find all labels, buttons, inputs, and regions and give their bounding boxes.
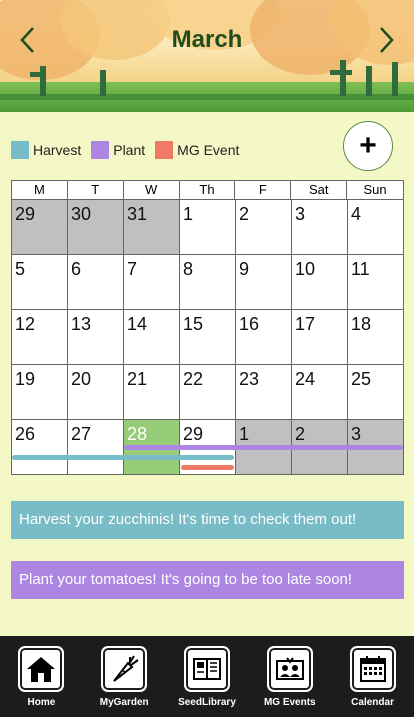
legend-mg-event: MG Event: [155, 141, 239, 159]
bottom-tab-bar: Home MyGarden SeedLibrary MG Events Cale…: [0, 636, 414, 717]
day-cell[interactable]: 6: [68, 255, 124, 310]
day-cell[interactable]: 8: [180, 255, 236, 310]
mg-event-bar[interactable]: [181, 465, 234, 470]
people-icon: [275, 657, 304, 680]
plant-reminder-banner[interactable]: Plant your tomatoes! It's going to be to…: [11, 561, 404, 599]
day-cell[interactable]: 2: [236, 200, 292, 255]
plant-event-bar[interactable]: [124, 445, 403, 450]
day-cell[interactable]: 14: [124, 310, 180, 365]
day-cell[interactable]: 9: [236, 255, 292, 310]
day-cell[interactable]: 23: [236, 365, 292, 420]
day-cell[interactable]: 10: [292, 255, 348, 310]
legend: Harvest Plant MG Event: [11, 141, 249, 159]
day-cell[interactable]: 22: [180, 365, 236, 420]
calendar-icon: [359, 656, 386, 682]
day-cell[interactable]: 5: [12, 255, 68, 310]
legend-harvest: Harvest: [11, 141, 81, 159]
weekday-label: T: [68, 181, 124, 199]
day-cell[interactable]: 19: [12, 365, 68, 420]
day-cell[interactable]: 11: [348, 255, 404, 310]
weekday-header: M T W Th F Sat Sun: [11, 180, 404, 199]
tab-calendar[interactable]: Calendar: [338, 636, 408, 717]
weekday-label: F: [235, 181, 292, 199]
day-cell[interactable]: 29: [12, 200, 68, 255]
tab-home[interactable]: Home: [6, 636, 76, 717]
harvest-reminder-banner[interactable]: Harvest your zucchinis! It's time to che…: [11, 501, 404, 539]
weekday-label: Sat: [291, 181, 348, 199]
tab-mg-events[interactable]: MG Events: [255, 636, 325, 717]
day-cell[interactable]: 31: [124, 200, 180, 255]
day-cell[interactable]: 25: [348, 365, 404, 420]
day-cell[interactable]: 7: [124, 255, 180, 310]
day-cell[interactable]: 24: [292, 365, 348, 420]
header-banner: [0, 0, 414, 112]
weekday-label: W: [124, 181, 180, 199]
day-cell[interactable]: 30: [68, 200, 124, 255]
day-cell[interactable]: 12: [12, 310, 68, 365]
calendar-grid: 29 30 31 1 2 3 4 5 6 7 8 9 10 11 12 13 1…: [11, 199, 404, 475]
tab-seedlibrary[interactable]: SeedLibrary: [172, 636, 242, 717]
chevron-right-icon: [380, 27, 394, 53]
add-event-button[interactable]: +: [343, 121, 393, 171]
day-cell[interactable]: 20: [68, 365, 124, 420]
day-cell[interactable]: 13: [68, 310, 124, 365]
day-cell[interactable]: 4: [348, 200, 404, 255]
weekday-label: M: [12, 181, 68, 199]
carrot-icon: [113, 655, 139, 682]
weekday-label: Th: [180, 181, 236, 199]
plus-icon: +: [359, 129, 377, 162]
day-cell[interactable]: 21: [124, 365, 180, 420]
month-calendar: M T W Th F Sat Sun 29 30 31 1 2 3 4 5 6 …: [11, 180, 404, 475]
tab-mygarden[interactable]: MyGarden: [89, 636, 159, 717]
day-cell[interactable]: 26: [12, 420, 68, 475]
month-title: March: [171, 26, 243, 53]
day-cell[interactable]: 3: [292, 200, 348, 255]
harvest-event-bar[interactable]: [12, 455, 234, 460]
day-cell[interactable]: 1: [180, 200, 236, 255]
day-cell[interactable]: 15: [180, 310, 236, 365]
next-month-button[interactable]: [374, 26, 398, 54]
day-cell[interactable]: 17: [292, 310, 348, 365]
house-icon: [27, 657, 56, 682]
weekday-label: Sun: [363, 182, 387, 197]
day-cell[interactable]: 18: [348, 310, 404, 365]
day-cell[interactable]: 27: [68, 420, 124, 475]
seed-book-icon: [192, 658, 221, 680]
day-cell[interactable]: 16: [236, 310, 292, 365]
legend-plant: Plant: [91, 141, 145, 159]
